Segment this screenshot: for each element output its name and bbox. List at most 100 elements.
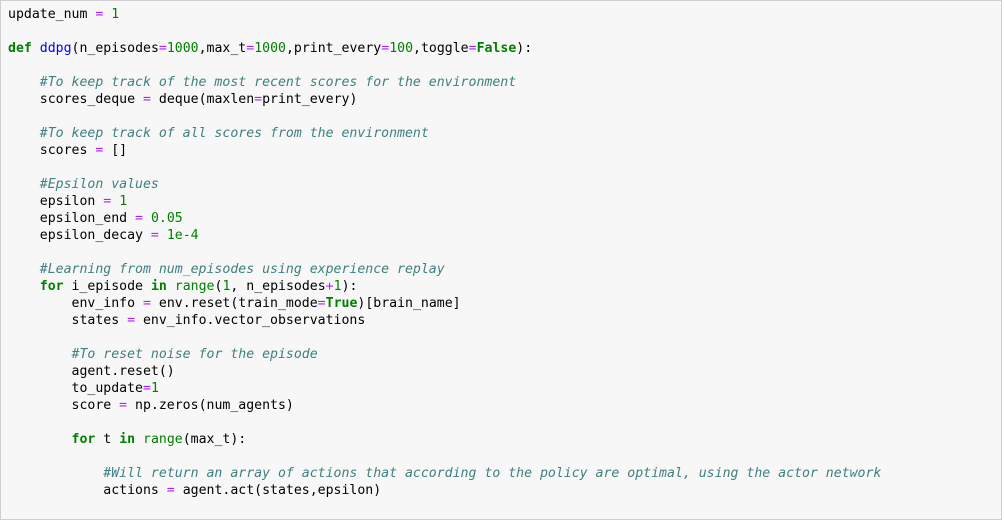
comment-token: #Will return an array of actions that ac… [103,466,882,481]
code-token: i_episode [63,279,151,294]
code-editor[interactable]: update_num = 1 def ddpg(n_episodes=1000,m… [8,6,881,499]
number-token: 1 [150,381,159,396]
code-line: epsilon_end = 0.05 [8,210,881,227]
code-token: states [8,313,128,328]
number-token: 1 [111,7,120,22]
code-line: states = env_info.vector_observations [8,312,881,329]
code-line: #To keep track of all scores from the en… [8,125,881,142]
code-line: #Epsilon values [8,176,881,193]
operator-token: + [325,279,334,294]
operator-token: = [142,381,151,396]
comment-token: #To keep track of the most recent scores… [39,75,517,90]
code-token: scores [8,143,96,158]
operator-token: = [119,398,128,413]
code-token: (n_episodes [71,41,159,56]
keyword-token: for [39,279,64,294]
comment-token: #Learning from num_episodes using experi… [39,262,445,277]
code-token: np.zeros(num_agents) [127,398,294,413]
code-token: actions [8,483,167,498]
number-token: 100 [389,41,414,56]
code-token: epsilon [8,194,104,209]
code-line: to_update=1 [8,380,881,397]
operator-token: = [142,92,151,107]
code-line: scores_deque = deque(maxlen=print_every) [8,91,881,108]
operator-token: = [254,92,263,107]
code-token: epsilon_decay [8,228,151,243]
code-line: score = np.zeros(num_agents) [8,397,881,414]
keyword-token: in [150,279,167,294]
code-token: env.reset(train_mode [150,296,318,311]
code-token: [] [103,143,128,158]
code-token: scores_deque [8,92,143,107]
code-line: env_info = env.reset(train_mode=True)[br… [8,295,881,312]
code-token: epsilon_end [8,211,136,226]
code-line: for t in range(max_t): [8,431,881,448]
code-line: #Learning from num_episodes using experi… [8,261,881,278]
code-token: agent.reset() [8,364,175,379]
number-token: 1e-4 [166,228,199,243]
operator-token: = [468,41,477,56]
operator-token: = [135,211,143,226]
code-token: print_every) [262,92,358,107]
code-line: epsilon_decay = 1e-4 [8,227,881,244]
operator-token: = [142,296,151,311]
code-line: #To keep track of the most recent scores… [8,74,881,91]
code-token: agent.act(states,epsilon) [174,483,382,498]
comment-token: #To reset noise for the episode [71,347,318,362]
code-line: for i_episode in range(1, n_episodes+1): [8,278,881,295]
builtin-token: range [143,432,183,447]
code-token: (max_t): [182,432,247,447]
code-line: actions = agent.act(states,epsilon) [8,482,881,499]
keyword-token: in [119,432,136,447]
code-token: )[brain_name] [357,296,461,311]
code-token: score [8,398,120,413]
code-token: ,toggle [413,41,469,56]
code-token: update_num [8,7,96,22]
builtin-token: range [174,279,215,294]
code-token: , n_episodes [230,279,326,294]
code-line: #To reset noise for the episode [8,346,881,363]
code-line: update_num = 1 [8,6,881,23]
number-token: 1 [119,194,128,209]
operator-token: = [246,41,255,56]
operator-token: = [317,296,326,311]
code-token: ): [341,279,358,294]
function-name-token: ddpg [39,41,72,56]
keyword-token: False [476,41,517,56]
code-line: epsilon = 1 [8,193,881,210]
code-token: t [95,432,120,447]
operator-token: = [158,41,167,56]
code-line: agent.reset() [8,363,881,380]
code-token: ,print_every [285,41,382,56]
code-token: deque(maxlen [150,92,255,107]
code-cell[interactable]: update_num = 1 def ddpg(n_episodes=1000,m… [0,0,1002,520]
code-token: ,max_t [198,41,247,56]
code-token: ): [516,41,533,56]
operator-token: = [166,483,175,498]
number-token: 1 [333,279,342,294]
code-line: #Will return an array of actions that ac… [8,465,881,482]
code-token: env_info [8,296,143,311]
comment-token: #Epsilon values [39,177,159,192]
number-token: 0.05 [150,211,183,226]
code-token: env_info.vector_observations [135,313,366,328]
